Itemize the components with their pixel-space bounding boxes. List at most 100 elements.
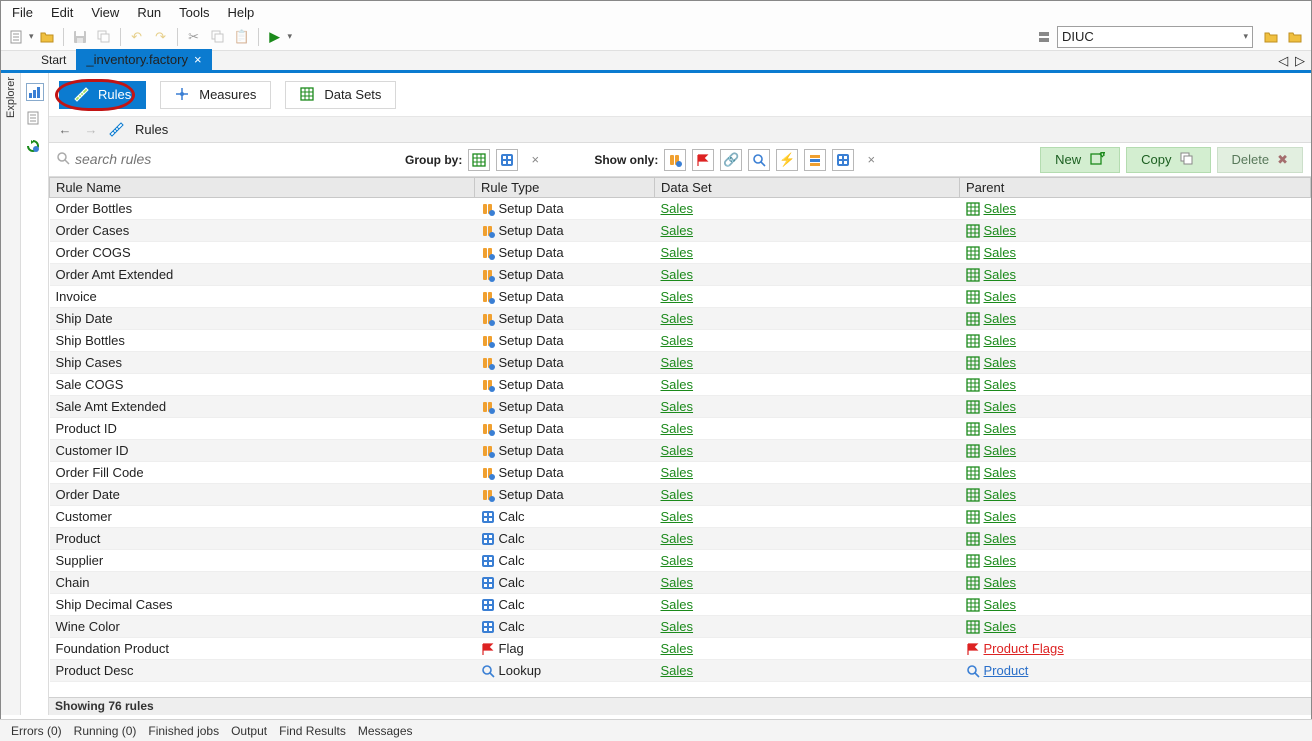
parent-link[interactable]: Sales — [984, 553, 1017, 568]
explorer-label[interactable]: Explorer — [5, 77, 17, 118]
parent-link[interactable]: Sales — [984, 531, 1017, 546]
parent-link[interactable]: Sales — [984, 487, 1017, 502]
col-ruletype[interactable]: Rule Type — [475, 178, 655, 198]
parent-link[interactable]: Sales — [984, 399, 1017, 414]
parent-link[interactable]: Sales — [984, 509, 1017, 524]
groupby-grid-button[interactable] — [468, 149, 490, 171]
bottom-finished[interactable]: Finished jobs — [143, 722, 224, 740]
parent-link[interactable]: Product Flags — [984, 641, 1064, 656]
new-button[interactable]: New — [1040, 147, 1120, 173]
table-row[interactable]: SupplierCalcSalesSales — [50, 550, 1311, 572]
dataset-link[interactable]: Sales — [661, 663, 694, 678]
dataset-link[interactable]: Sales — [661, 201, 694, 216]
parent-link[interactable]: Sales — [984, 289, 1017, 304]
parent-link[interactable]: Sales — [984, 245, 1017, 260]
dropdown-caret-icon[interactable]: ▾ — [288, 31, 293, 42]
parent-link[interactable]: Sales — [984, 575, 1017, 590]
dataset-link[interactable]: Sales — [661, 575, 694, 590]
save-button[interactable] — [69, 26, 91, 48]
parent-link[interactable]: Sales — [984, 355, 1017, 370]
bottom-running[interactable]: Running (0) — [69, 722, 142, 740]
dataset-link[interactable]: Sales — [661, 443, 694, 458]
document-icon[interactable] — [26, 111, 44, 129]
table-row[interactable]: CustomerCalcSalesSales — [50, 506, 1311, 528]
datasets-tab[interactable]: Data Sets — [285, 81, 396, 109]
dropdown-caret-icon[interactable]: ▾ — [29, 31, 34, 42]
explorer-rail[interactable]: Explorer — [1, 73, 21, 715]
dataset-link[interactable]: Sales — [661, 289, 694, 304]
dataset-link[interactable]: Sales — [661, 267, 694, 282]
server-select[interactable]: DIUC ▾ — [1057, 26, 1253, 48]
parent-link[interactable]: Sales — [984, 443, 1017, 458]
tab-inventory-factory[interactable]: _inventory.factory× — [76, 49, 211, 70]
table-row[interactable]: Foundation ProductFlagSalesProduct Flags — [50, 638, 1311, 660]
dataset-link[interactable]: Sales — [661, 311, 694, 326]
dataset-link[interactable]: Sales — [661, 377, 694, 392]
parent-link[interactable]: Sales — [984, 201, 1017, 216]
col-parent[interactable]: Parent — [960, 178, 1311, 198]
table-row[interactable]: Order BottlesSetup DataSalesSales — [50, 198, 1311, 220]
table-row[interactable]: Product DescLookupSalesProduct — [50, 660, 1311, 682]
cut-button[interactable]: ✂ — [183, 26, 205, 48]
table-row[interactable]: Order CasesSetup DataSalesSales — [50, 220, 1311, 242]
menu-file[interactable]: File — [3, 3, 42, 22]
copy-tb-button[interactable] — [207, 26, 229, 48]
connect-button[interactable] — [1261, 26, 1283, 48]
measures-tab[interactable]: Measures — [160, 81, 271, 109]
rules-table-scroll[interactable]: Rule Name Rule Type Data Set Parent Orde… — [49, 177, 1311, 697]
filter-calc-button[interactable] — [832, 149, 854, 171]
table-row[interactable]: Wine ColorCalcSalesSales — [50, 616, 1311, 638]
refresh-icon[interactable] — [26, 139, 44, 157]
parent-link[interactable]: Sales — [984, 267, 1017, 282]
groupby-type-button[interactable] — [496, 149, 518, 171]
rules-tab[interactable]: Rules — [59, 81, 146, 109]
tab-scroll[interactable]: ◁ ▷ — [1278, 53, 1305, 69]
table-row[interactable]: Product IDSetup DataSalesSales — [50, 418, 1311, 440]
dataset-link[interactable]: Sales — [661, 509, 694, 524]
bottom-output[interactable]: Output — [226, 722, 272, 740]
table-row[interactable]: Order Amt ExtendedSetup DataSalesSales — [50, 264, 1311, 286]
parent-link[interactable]: Product — [984, 663, 1029, 678]
paste-button[interactable]: 📋 — [231, 26, 253, 48]
parent-link[interactable]: Sales — [984, 421, 1017, 436]
filter-link-button[interactable]: 🔗 — [720, 149, 742, 171]
undo-button[interactable]: ↶ — [126, 26, 148, 48]
explore-button[interactable] — [1285, 26, 1307, 48]
dataset-link[interactable]: Sales — [661, 333, 694, 348]
dataset-link[interactable]: Sales — [661, 597, 694, 612]
menu-run[interactable]: Run — [128, 3, 170, 22]
table-row[interactable]: Customer IDSetup DataSalesSales — [50, 440, 1311, 462]
filter-lookup-button[interactable] — [748, 149, 770, 171]
table-row[interactable]: ProductCalcSalesSales — [50, 528, 1311, 550]
close-icon[interactable]: × — [194, 52, 202, 67]
menu-view[interactable]: View — [82, 3, 128, 22]
copy-button[interactable]: Copy — [1126, 147, 1210, 173]
back-button[interactable]: ← — [57, 122, 73, 137]
table-row[interactable]: InvoiceSetup DataSalesSales — [50, 286, 1311, 308]
redo-button[interactable]: ↷ — [150, 26, 172, 48]
dataset-link[interactable]: Sales — [661, 619, 694, 634]
search-input[interactable] — [75, 151, 357, 167]
dataset-link[interactable]: Sales — [661, 487, 694, 502]
parent-link[interactable]: Sales — [984, 619, 1017, 634]
save-all-button[interactable] — [93, 26, 115, 48]
dataset-link[interactable]: Sales — [661, 531, 694, 546]
menu-help[interactable]: Help — [219, 3, 264, 22]
filter-setup-button[interactable] — [664, 149, 686, 171]
dataset-link[interactable]: Sales — [661, 355, 694, 370]
dataset-link[interactable]: Sales — [661, 553, 694, 568]
table-row[interactable]: Ship BottlesSetup DataSalesSales — [50, 330, 1311, 352]
run-button[interactable]: ▶ — [264, 26, 286, 48]
table-row[interactable]: Ship Decimal CasesCalcSalesSales — [50, 594, 1311, 616]
groupby-clear[interactable]: × — [524, 149, 546, 171]
filter-list-button[interactable] — [804, 149, 826, 171]
parent-link[interactable]: Sales — [984, 223, 1017, 238]
parent-link[interactable]: Sales — [984, 333, 1017, 348]
dataset-link[interactable]: Sales — [661, 641, 694, 656]
table-row[interactable]: Order COGSSetup DataSalesSales — [50, 242, 1311, 264]
parent-link[interactable]: Sales — [984, 311, 1017, 326]
dataset-link[interactable]: Sales — [661, 421, 694, 436]
open-folder-button[interactable] — [36, 26, 58, 48]
filter-flag-button[interactable] — [692, 149, 714, 171]
bottom-find[interactable]: Find Results — [274, 722, 351, 740]
